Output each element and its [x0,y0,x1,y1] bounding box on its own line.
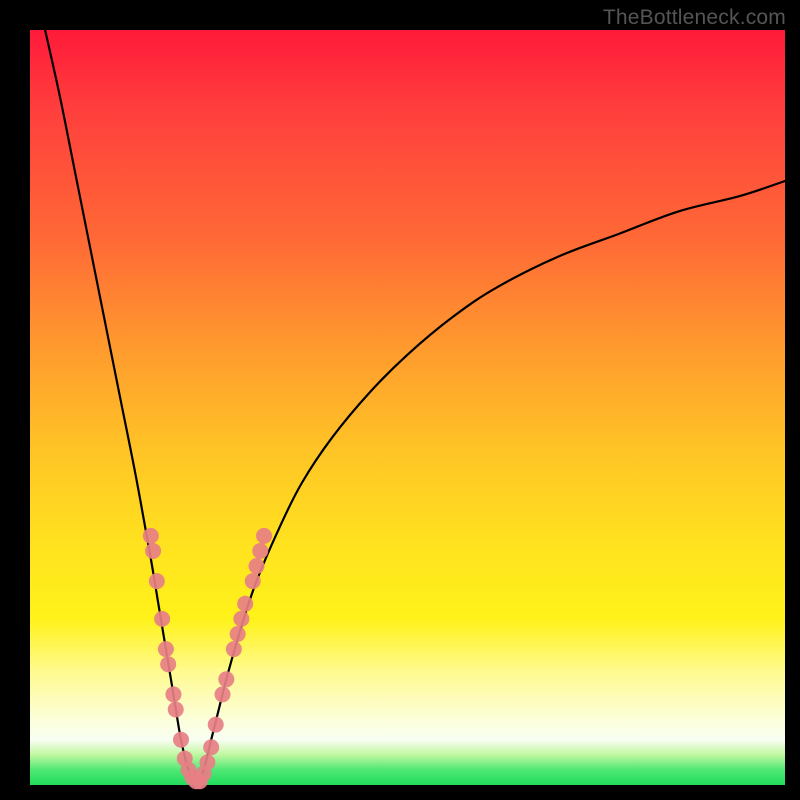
data-marker [149,573,165,589]
curve-layer [45,30,785,785]
data-marker [256,528,272,544]
data-marker [160,656,176,672]
data-marker [145,543,161,559]
curve-right-arm [196,181,785,785]
data-marker [249,558,265,574]
data-marker [226,641,242,657]
data-marker [208,717,224,733]
data-marker [154,611,170,627]
chart-svg [30,30,785,785]
data-marker [237,596,253,612]
data-marker [252,543,268,559]
data-marker [218,671,234,687]
data-marker [165,686,181,702]
data-marker [203,739,219,755]
data-marker [230,626,246,642]
data-marker [173,732,189,748]
watermark-text: TheBottleneck.com [603,6,786,30]
data-marker [215,686,231,702]
data-marker [158,641,174,657]
data-marker [233,611,249,627]
curve-left-arm [45,30,196,785]
data-marker [143,528,159,544]
marker-layer [143,528,272,789]
chart-frame: TheBottleneck.com [0,0,800,800]
data-marker [168,702,184,718]
data-marker [199,754,215,770]
data-marker [245,573,261,589]
plot-area [30,30,785,785]
